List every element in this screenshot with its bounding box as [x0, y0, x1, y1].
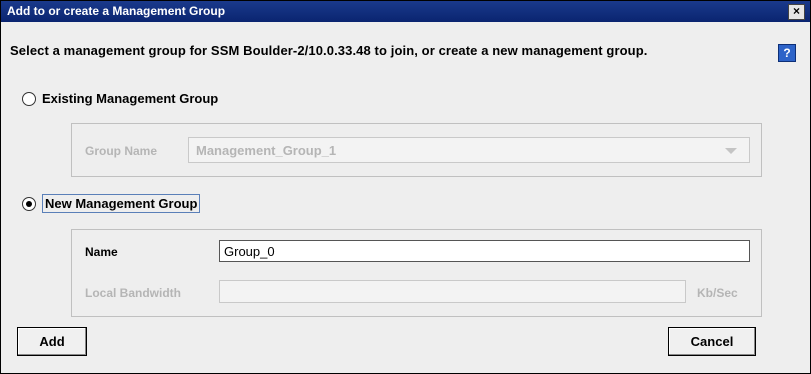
- group-name-label: Group Name: [85, 144, 158, 158]
- bandwidth-unit: Kb/Sec: [697, 286, 738, 300]
- title-bar: Add to or create a Management Group ×: [1, 1, 810, 22]
- new-group-label: New Management Group: [42, 194, 201, 213]
- name-field[interactable]: [219, 240, 750, 262]
- existing-group-option[interactable]: Existing Management Group: [22, 91, 218, 106]
- close-icon: ×: [792, 4, 800, 18]
- name-label: Name: [85, 245, 118, 259]
- dialog-window: Add to or create a Management Group × Se…: [0, 0, 811, 374]
- group-name-value: Management_Group_1: [196, 143, 337, 158]
- chevron-down-icon[interactable]: [725, 148, 737, 154]
- bandwidth-label: Local Bandwidth: [85, 286, 181, 300]
- close-button[interactable]: ×: [788, 4, 805, 20]
- new-group-radio[interactable]: [22, 196, 36, 211]
- existing-group-label: Existing Management Group: [42, 91, 219, 106]
- cancel-button[interactable]: Cancel: [668, 327, 756, 356]
- instruction-text: Select a management group for SSM Boulde…: [10, 43, 648, 58]
- existing-group-radio[interactable]: [22, 91, 36, 106]
- bandwidth-field[interactable]: [219, 280, 686, 303]
- help-icon[interactable]: ?: [778, 44, 796, 62]
- group-name-select[interactable]: Management_Group_1: [188, 137, 750, 163]
- new-group-option[interactable]: New Management Group: [22, 194, 201, 213]
- add-button[interactable]: Add: [17, 327, 87, 356]
- dialog-title: Add to or create a Management Group: [7, 4, 226, 18]
